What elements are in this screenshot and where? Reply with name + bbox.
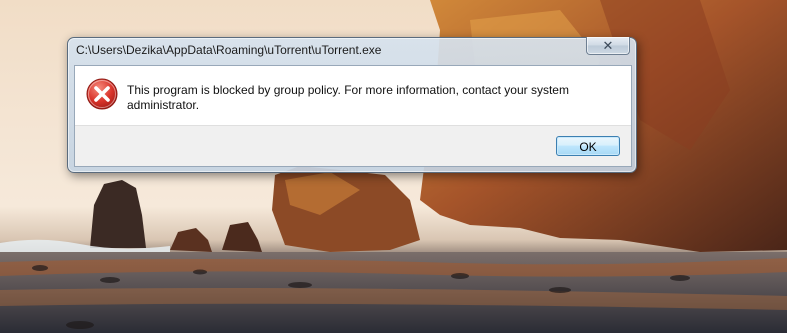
dialog-title: C:\Users\Dezika\AppData\Roaming\uTorrent…: [76, 43, 382, 57]
error-dialog: C:\Users\Dezika\AppData\Roaming\uTorrent…: [67, 37, 637, 173]
button-area: OK: [75, 125, 631, 166]
dialog-titlebar[interactable]: C:\Users\Dezika\AppData\Roaming\uTorrent…: [68, 37, 636, 60]
error-icon: [86, 78, 118, 110]
ok-button[interactable]: OK: [556, 136, 620, 156]
error-message: This program is blocked by group policy.…: [127, 83, 569, 112]
close-icon: ✕: [602, 38, 614, 53]
message-area: This program is blocked by group policy.…: [75, 66, 631, 126]
dialog-client-area: This program is blocked by group policy.…: [74, 65, 632, 167]
close-button[interactable]: ✕: [586, 37, 630, 55]
